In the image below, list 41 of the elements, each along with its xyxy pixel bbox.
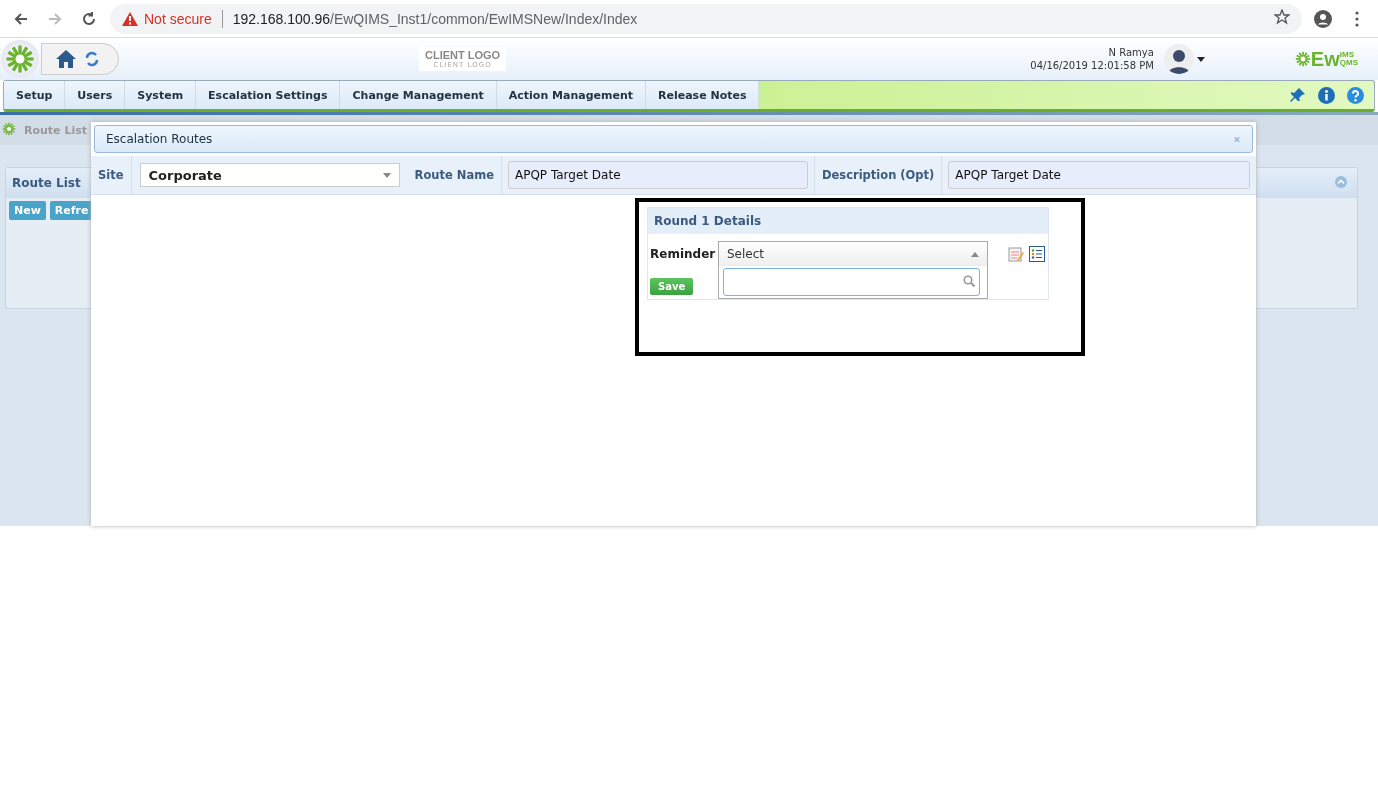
pin-icon[interactable] bbox=[1290, 87, 1306, 103]
snowflake-logo-icon[interactable] bbox=[1, 40, 39, 78]
list-icon[interactable] bbox=[1029, 246, 1045, 262]
login-datetime: 04/16/2019 12:01:58 PM bbox=[1030, 59, 1154, 72]
dialog-title: Escalation Routes bbox=[106, 132, 213, 146]
address-bar[interactable]: Not secure 192.168.100.96/EwQIMS_Inst1/common/EwIMSNew/Index/Index bbox=[110, 3, 1302, 34]
forward-arrow-icon[interactable] bbox=[47, 10, 63, 27]
reminder-dropdown[interactable]: Select bbox=[718, 241, 988, 267]
home-icon[interactable] bbox=[56, 50, 76, 68]
avatar-icon[interactable] bbox=[1163, 44, 1194, 74]
nav-tab[interactable]: Action Management bbox=[496, 81, 647, 109]
user-name: N Ramya bbox=[1107, 46, 1154, 59]
route-name-field[interactable]: APQP Target Date bbox=[507, 161, 808, 189]
nav-tab[interactable]: Users bbox=[65, 81, 126, 109]
refresh-icon[interactable] bbox=[84, 51, 100, 67]
description-label: Description (Opt) bbox=[813, 156, 943, 194]
search-icon bbox=[963, 275, 975, 287]
round-title: Round 1 Details bbox=[654, 214, 762, 228]
search-field[interactable] bbox=[723, 268, 980, 296]
reminder-label: Reminder bbox=[650, 247, 716, 261]
nav-tab[interactable]: Setup bbox=[4, 81, 66, 109]
warning-icon bbox=[122, 11, 138, 26]
caret-icon[interactable] bbox=[1196, 56, 1205, 62]
security-label: Not secure bbox=[144, 10, 212, 27]
nav-tab[interactable]: Change Management bbox=[340, 81, 497, 109]
back-arrow-icon[interactable] bbox=[13, 10, 29, 27]
collapse-icon[interactable] bbox=[1335, 176, 1347, 188]
help-icon[interactable] bbox=[1347, 86, 1364, 104]
panel-title: Route List bbox=[12, 176, 81, 190]
reload-icon[interactable] bbox=[81, 10, 97, 27]
nav-tab[interactable]: System bbox=[125, 81, 197, 109]
nav-tab[interactable]: Escalation Settings bbox=[196, 81, 341, 109]
route-name-label: Route Name bbox=[407, 156, 502, 194]
close-icon[interactable] bbox=[1234, 134, 1240, 144]
site-dropdown[interactable]: Corporate bbox=[139, 163, 400, 187]
description-field[interactable]: APQP Target Date bbox=[948, 161, 1250, 189]
info-icon[interactable] bbox=[1318, 86, 1335, 104]
url-text: 192.168.100.96/EwQIMS_Inst1/common/EwIMSNew/Index/Index bbox=[232, 10, 638, 27]
notepad-pencil-icon[interactable] bbox=[1008, 246, 1024, 262]
site-label: Site bbox=[91, 156, 132, 194]
nav-tab[interactable]: Release Notes bbox=[646, 81, 760, 109]
